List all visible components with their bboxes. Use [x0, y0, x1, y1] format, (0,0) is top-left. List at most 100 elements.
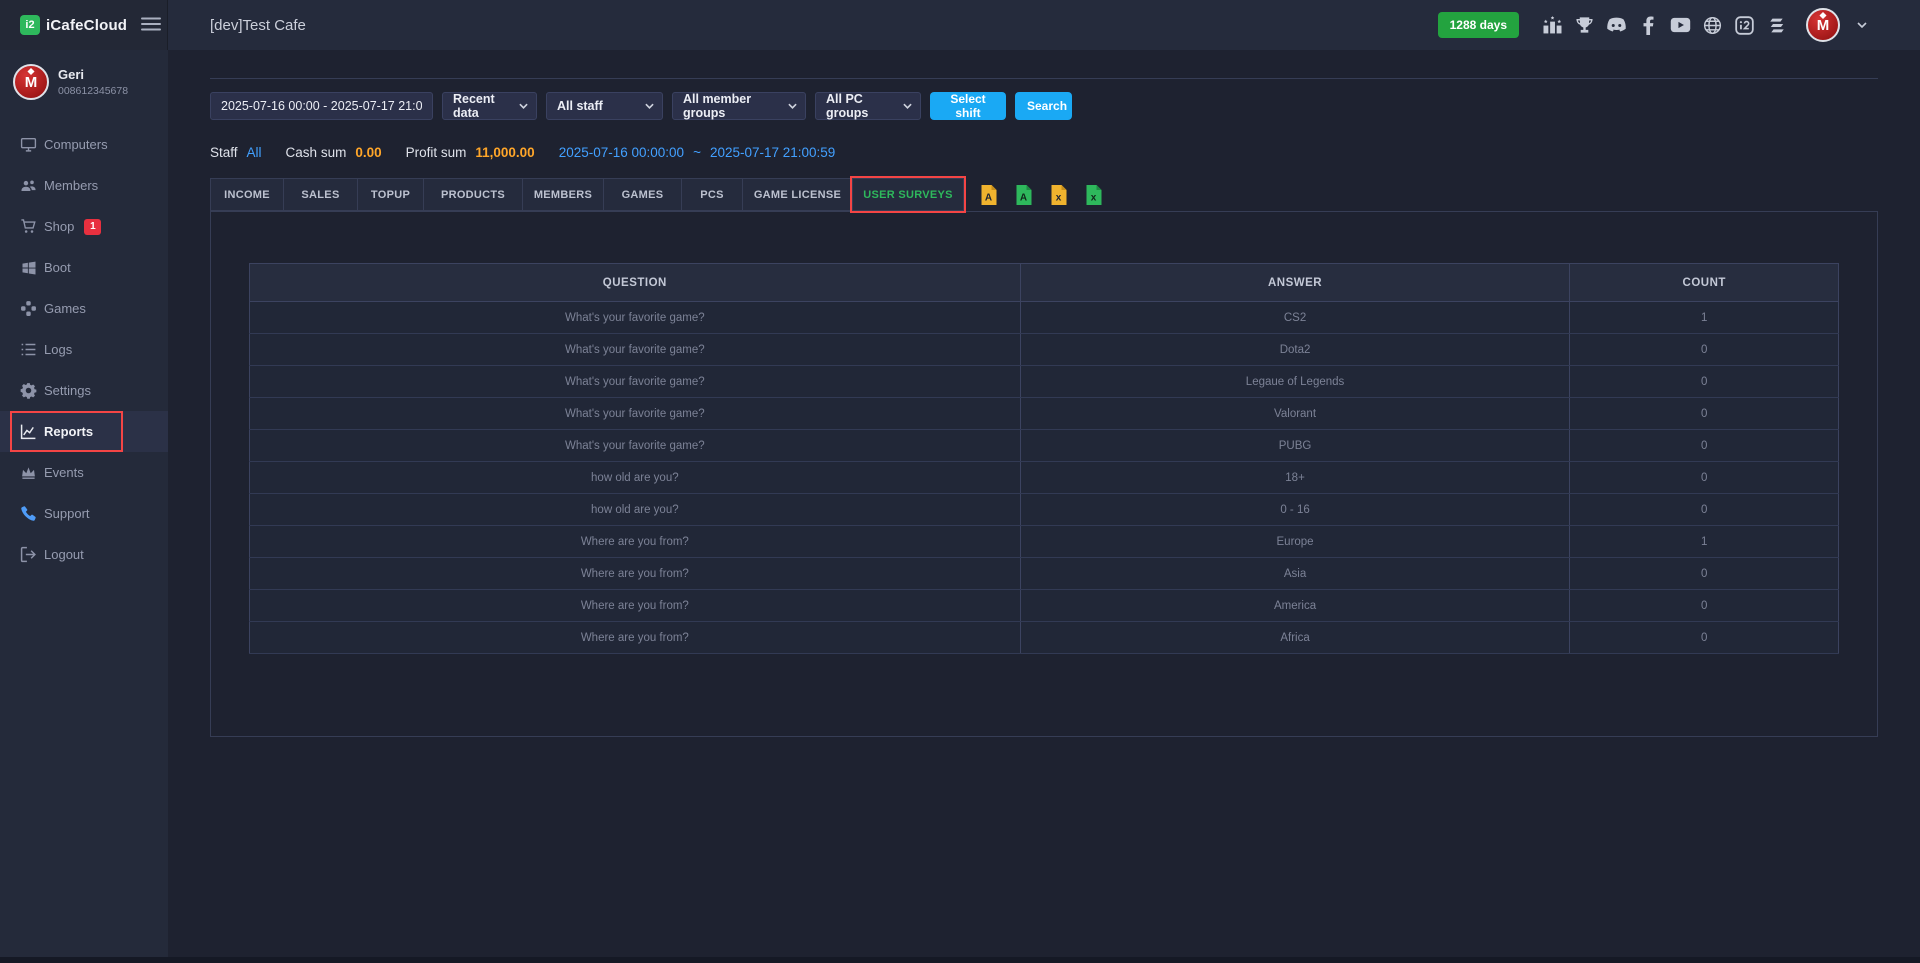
subscription-days-badge[interactable]: 1288 days: [1438, 12, 1519, 38]
user-name: Geri: [58, 67, 128, 82]
staff-select[interactable]: All staff: [546, 92, 663, 120]
cash-sum-label: Cash sum: [286, 145, 347, 160]
sidebar-item-logout[interactable]: Logout: [0, 534, 168, 575]
brand: i2 iCafeCloud: [0, 0, 168, 50]
data-mode-value: Recent data: [453, 92, 513, 120]
sidebar-item-reports[interactable]: Reports: [0, 411, 168, 452]
icafecloud-logo-icon: i2: [20, 15, 40, 35]
main-content: Recent data All staff All member groups …: [168, 50, 1920, 963]
tab-products[interactable]: PRODUCTS: [423, 178, 523, 211]
svg-text:x: x: [1056, 192, 1062, 203]
chevron-down-icon: [519, 103, 528, 109]
member-group-select[interactable]: All member groups: [672, 92, 806, 120]
sidebar-item-label: Support: [44, 506, 90, 521]
pc-group-value: All PC groups: [826, 92, 897, 120]
pc-group-select[interactable]: All PC groups: [815, 92, 921, 120]
sidebar-item-label: Settings: [44, 383, 91, 398]
summary-bar: Staff All Cash sum 0.00 Profit sum 11,00…: [210, 145, 835, 160]
tab-games[interactable]: GAMES: [603, 178, 682, 211]
monitor-icon: [20, 136, 37, 153]
icafecloud-mark-icon[interactable]: [1734, 15, 1755, 36]
sidebar-item-computers[interactable]: Computers: [0, 124, 168, 165]
phone-icon: [20, 505, 37, 522]
table-cell-count: 0: [1570, 462, 1839, 494]
staff-value: All staff: [557, 99, 603, 113]
svg-text:A: A: [1020, 192, 1027, 203]
table-cell-question: Where are you from?: [250, 526, 1021, 558]
column-header-question: QUESTION: [250, 264, 1021, 302]
table-cell-count: 0: [1570, 398, 1839, 430]
table-cell-question: What's your favorite game?: [250, 398, 1021, 430]
user-avatar[interactable]: M: [1806, 8, 1840, 42]
table-row: Where are you from?Africa0: [250, 622, 1839, 654]
sidebar-item-games[interactable]: Games: [0, 288, 168, 329]
export-pdf-yellow-icon[interactable]: A: [980, 185, 997, 205]
layers-icon[interactable]: [1766, 15, 1787, 36]
sidebar-item-label: Games: [44, 301, 86, 316]
select-shift-button[interactable]: Select shift: [930, 92, 1006, 120]
sidebar-item-label: Logs: [44, 342, 72, 357]
staff-label: Staff: [210, 145, 238, 160]
tab-income[interactable]: INCOME: [210, 178, 284, 211]
staff-value[interactable]: All: [247, 145, 262, 160]
gear-icon: [20, 382, 37, 399]
table-row: What's your favorite game?CS21: [250, 302, 1839, 334]
table-cell-question: how old are you?: [250, 494, 1021, 526]
member-group-value: All member groups: [683, 92, 782, 120]
range-start: 2025-07-16 00:00:00: [559, 145, 684, 160]
sidebar-item-members[interactable]: Members: [0, 165, 168, 206]
data-mode-select[interactable]: Recent data: [442, 92, 537, 120]
range-separator: ~: [693, 145, 701, 160]
table-row: how old are you?0 - 160: [250, 494, 1839, 526]
chevron-down-icon[interactable]: [1851, 15, 1872, 36]
table-cell-question: What's your favorite game?: [250, 334, 1021, 366]
range-end: 2025-07-17 21:00:59: [710, 145, 835, 160]
table-cell-count: 1: [1570, 302, 1839, 334]
discord-icon[interactable]: [1606, 15, 1627, 36]
trophy-icon[interactable]: [1574, 15, 1595, 36]
tab-pcs[interactable]: PCS: [681, 178, 743, 211]
sidebar-item-support[interactable]: Support: [0, 493, 168, 534]
sidebar-user-avatar: M: [13, 64, 49, 100]
chevron-down-icon: [788, 103, 797, 109]
crown-icon: [20, 464, 37, 481]
youtube-icon[interactable]: [1670, 15, 1691, 36]
table-cell-count: 0: [1570, 622, 1839, 654]
sidebar-item-events[interactable]: Events: [0, 452, 168, 493]
date-range-input[interactable]: [210, 92, 433, 120]
sidebar-item-boot[interactable]: Boot: [0, 247, 168, 288]
export-pdf-green-icon[interactable]: A: [1015, 185, 1032, 205]
tab-game-license[interactable]: GAME LICENSE: [742, 178, 853, 211]
facebook-icon[interactable]: [1638, 15, 1659, 36]
table-cell-answer: Africa: [1020, 622, 1570, 654]
hamburger-menu-button[interactable]: [141, 17, 161, 34]
logout-icon: [20, 546, 37, 563]
tab-members[interactable]: MEMBERS: [522, 178, 604, 211]
search-button[interactable]: Search: [1015, 92, 1072, 120]
shop-count-badge: 1: [84, 219, 101, 235]
tab-topup[interactable]: TOPUP: [357, 178, 424, 211]
chevron-down-icon: [645, 103, 654, 109]
windows-icon: [20, 259, 37, 276]
column-header-answer: ANSWER: [1020, 264, 1570, 302]
sidebar-item-label: Computers: [44, 137, 108, 152]
tab-sales[interactable]: SALES: [283, 178, 358, 211]
ranking-icon[interactable]: [1542, 15, 1563, 36]
tab-user-surveys[interactable]: USER SURVEYS: [852, 178, 964, 211]
table-row: What's your favorite game?PUBG0: [250, 430, 1839, 462]
table-cell-answer: Europe: [1020, 526, 1570, 558]
topbar-actions: 1288 days M: [1438, 8, 1920, 42]
globe-icon[interactable]: [1702, 15, 1723, 36]
sidebar-item-shop[interactable]: Shop1: [0, 206, 168, 247]
export-excel-green-icon[interactable]: x: [1085, 185, 1102, 205]
sidebar-item-label: Logout: [44, 547, 84, 562]
sidebar-item-logs[interactable]: Logs: [0, 329, 168, 370]
report-tabs: INCOMESALESTOPUPPRODUCTSMEMBERSGAMESPCSG…: [210, 178, 1878, 211]
table-cell-question: What's your favorite game?: [250, 366, 1021, 398]
table-cell-answer: Valorant: [1020, 398, 1570, 430]
sidebar: M Geri 008612345678 ComputersMembersShop…: [0, 50, 168, 963]
sidebar-item-settings[interactable]: Settings: [0, 370, 168, 411]
header-divider: [210, 78, 1878, 79]
profit-sum-value: 11,000.00: [475, 145, 534, 160]
export-excel-yellow-icon[interactable]: x: [1050, 185, 1067, 205]
